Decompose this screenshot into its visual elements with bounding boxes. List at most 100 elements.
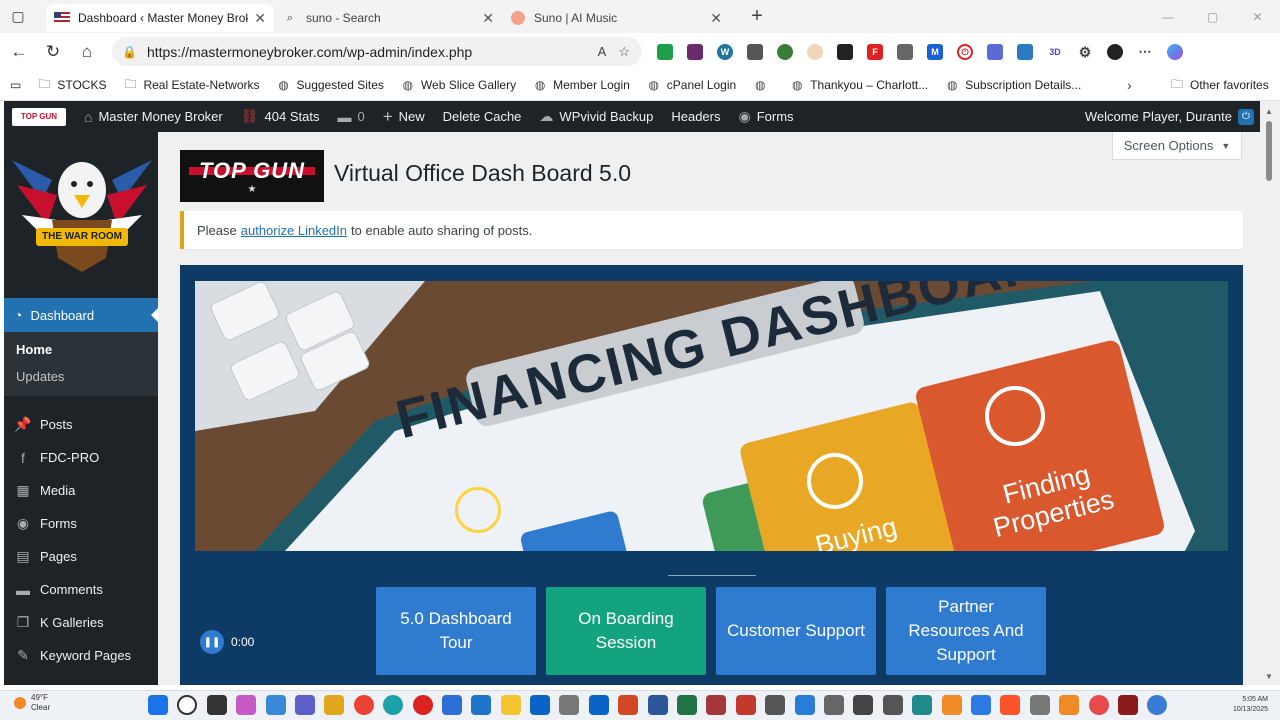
delete-cache-link[interactable]: Delete Cache <box>434 101 531 132</box>
extension-f-icon[interactable]: F <box>860 37 890 66</box>
app-icon-12[interactable] <box>912 695 933 715</box>
new-content-link[interactable]: + New <box>374 101 434 132</box>
new-tab-button[interactable]: + <box>742 5 772 28</box>
account-menu[interactable]: Welcome Player, Durante ⏻ <box>1085 101 1254 132</box>
sidebar-item-posts[interactable]: 📌 Posts <box>4 408 158 441</box>
extension-stack-icon[interactable] <box>890 37 920 66</box>
bookmark-cpanel[interactable]: ◍ cPanel Login <box>647 78 737 92</box>
site-logo[interactable]: TOP GUN <box>4 101 75 132</box>
forms-link[interactable]: ◉ Forms <box>729 101 802 132</box>
copilot-taskbar-icon[interactable] <box>236 695 257 715</box>
tab-dashboard[interactable]: Dashboard ‹ Master Money Broke ✕ <box>46 4 274 32</box>
scroll-up-icon[interactable]: ▲ <box>1265 107 1273 116</box>
partner-resources-button[interactable]: Partner Resources And Support <box>886 587 1046 675</box>
extension-purple-icon[interactable] <box>680 37 710 66</box>
sidebar-item-comments[interactable]: ▬ Comments <box>4 573 158 606</box>
bookmark-web-slice[interactable]: ◍ Web Slice Gallery <box>401 78 516 92</box>
customer-support-button[interactable]: Customer Support <box>716 587 876 675</box>
app-icon-11[interactable] <box>853 695 874 715</box>
extension-bolt-icon[interactable] <box>830 37 860 66</box>
sidebar-item-forms[interactable]: ◉ Forms <box>4 507 158 540</box>
tab-actions-icon[interactable]: ▢ <box>0 0 36 33</box>
bookmark-subscription[interactable]: ◍ Subscription Details... <box>945 78 1081 92</box>
extension-cookie-icon[interactable] <box>800 37 830 66</box>
bookmark-member-login[interactable]: ◍ Member Login <box>533 78 630 92</box>
home-icon[interactable]: ⌂ <box>70 42 104 62</box>
extension-square-icon[interactable] <box>980 37 1010 66</box>
favorite-star-icon[interactable]: ☆ <box>618 44 630 60</box>
weather-widget[interactable]: 49°F Clear <box>14 693 50 713</box>
task-view-icon[interactable] <box>206 695 227 715</box>
extension-power-icon[interactable]: ⏻ <box>950 37 980 66</box>
outlook-icon[interactable] <box>530 695 551 715</box>
scroll-down-icon[interactable]: ▼ <box>1265 672 1273 681</box>
read-aloud-icon[interactable]: A <box>598 44 607 59</box>
submenu-home[interactable]: Home <box>4 336 158 363</box>
bookmark-suggested-sites[interactable]: ◍ Suggested Sites <box>277 78 384 92</box>
bookmark-real-estate[interactable]: 🗀 Real Estate-Networks <box>123 77 259 93</box>
close-tab-icon[interactable]: ✕ <box>710 10 722 27</box>
close-window-icon[interactable]: ✕ <box>1235 0 1280 33</box>
system-clock[interactable]: 5:05 AM 10/13/2025 <box>1233 695 1268 715</box>
excel-icon[interactable] <box>677 695 698 715</box>
app-icon-13[interactable] <box>970 695 991 715</box>
powerpoint-icon[interactable] <box>618 695 639 715</box>
screen-options-button[interactable]: Screen Options ▼ <box>1112 132 1242 160</box>
app-icon-18[interactable] <box>1147 695 1168 715</box>
start-icon[interactable] <box>148 695 168 715</box>
wpvivid-backup-link[interactable]: ☁ WPvivid Backup <box>530 101 662 132</box>
page-scrollbar[interactable]: ▲ ▼ <box>1260 101 1280 685</box>
reading-list-icon[interactable]: ▭ <box>10 78 21 92</box>
authorize-linkedin-link[interactable]: authorize LinkedIn <box>241 223 347 238</box>
extension-globe-icon[interactable] <box>770 37 800 66</box>
edge-icon[interactable] <box>383 695 404 715</box>
minimize-icon[interactable]: — <box>1145 0 1190 33</box>
extension-badge-icon[interactable] <box>1010 37 1040 66</box>
maximize-icon[interactable]: ▢ <box>1190 0 1235 33</box>
bookmark-other-favorites[interactable]: 🗀 Other favorites <box>1170 77 1269 93</box>
app-icon-1[interactable] <box>265 695 286 715</box>
7zip-icon[interactable] <box>882 695 903 715</box>
extensions-puzzle-icon[interactable]: ⚙ <box>1070 37 1100 66</box>
profile-avatar[interactable] <box>1100 37 1130 66</box>
app-icon-7[interactable] <box>735 695 756 715</box>
copilot-icon[interactable] <box>1160 37 1190 66</box>
close-tab-icon[interactable]: ✕ <box>482 10 494 27</box>
pause-icon[interactable]: ❚❚ <box>200 630 224 654</box>
extension-m-icon[interactable]: M <box>920 37 950 66</box>
dashboard-tour-button[interactable]: 5.0 Dashboard Tour <box>376 587 536 675</box>
app-icon-6[interactable] <box>588 695 609 715</box>
bookmark-stocks[interactable]: 🗀 STOCKS <box>37 77 106 93</box>
site-name-link[interactable]: ⌂ Master Money Broker <box>75 101 232 132</box>
app-icon-5[interactable] <box>559 695 580 715</box>
sidebar-item-keyword-pages[interactable]: ✎ Keyword Pages <box>4 639 158 672</box>
sidebar-item-dashboard[interactable]: ◔ Dashboard <box>4 298 158 332</box>
back-icon[interactable]: ← <box>2 42 36 62</box>
app-icon-15[interactable] <box>1059 695 1080 715</box>
app-icon-10[interactable] <box>823 695 844 715</box>
access-icon[interactable] <box>706 695 727 715</box>
search-icon[interactable] <box>177 695 198 715</box>
app-icon-17[interactable] <box>1117 695 1138 715</box>
power-icon[interactable]: ⏻ <box>1238 108 1254 125</box>
bookmark-untitled[interactable]: ◍ <box>753 78 773 92</box>
app-icon-3[interactable] <box>441 695 462 715</box>
app-icon-2[interactable] <box>324 695 345 715</box>
bookmark-thankyou[interactable]: ◍ Thankyou – Charlott... <box>790 78 928 92</box>
more-menu-icon[interactable]: ⋯ <box>1130 37 1160 66</box>
brave-icon[interactable] <box>1000 695 1021 715</box>
vlc-icon[interactable] <box>941 695 962 715</box>
file-explorer-icon[interactable] <box>500 695 521 715</box>
app-icon-9[interactable] <box>794 695 815 715</box>
wordpress-icon[interactable]: W <box>710 37 740 66</box>
teams-icon[interactable] <box>294 695 315 715</box>
url-bar[interactable]: 🔒 https://mastermoneybroker.com/wp-admin… <box>112 37 642 66</box>
sidebar-item-fdc-pro[interactable]: f FDC-PRO <box>4 441 158 474</box>
sidebar-item-media[interactable]: ▦ Media <box>4 474 158 507</box>
tab-suno-search[interactable]: ⌕ suno - Search ✕ <box>274 4 502 32</box>
sidebar-item-k-galleries[interactable]: ❒ K Galleries <box>4 606 158 639</box>
app-icon-8[interactable] <box>765 695 786 715</box>
onboarding-session-button[interactable]: On Boarding Session <box>546 587 706 675</box>
scrollbar-thumb[interactable] <box>1266 121 1272 181</box>
headers-link[interactable]: Headers <box>662 101 729 132</box>
